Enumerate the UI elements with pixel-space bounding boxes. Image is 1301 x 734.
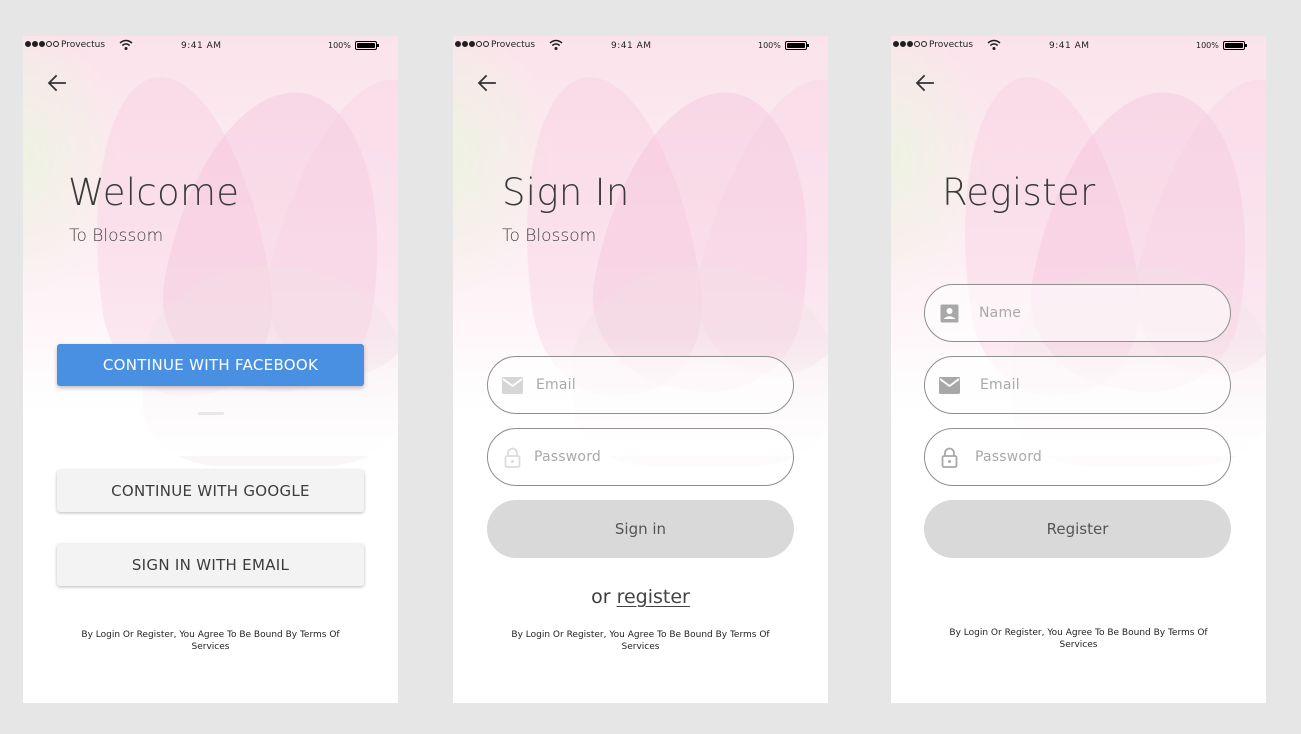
terms-notice: By Login Or Register, You Agree To Be Bo… <box>81 630 340 652</box>
battery-icon <box>785 41 809 50</box>
sign-in-with-email-button[interactable]: SIGN IN WITH EMAIL <box>57 544 364 586</box>
wifi-icon <box>987 39 1001 50</box>
page-subtitle: To Blossom <box>502 226 597 246</box>
password-placeholder: Password <box>534 449 601 465</box>
name-field[interactable]: Name <box>924 284 1231 342</box>
register-screen: Provectus 9:41 AM 100% Register Name Ema… <box>891 36 1266 703</box>
status-bar: Provectus 9:41 AM 100% <box>891 36 1266 56</box>
carrier-name: Provectus <box>491 40 536 50</box>
battery-percentage: 100% <box>1196 41 1219 50</box>
battery-icon <box>355 41 379 50</box>
page-title: Welcome <box>68 171 240 214</box>
register-prompt: or register <box>453 586 828 608</box>
back-arrow-icon[interactable] <box>475 72 499 94</box>
lock-icon <box>941 447 958 468</box>
register-link[interactable]: register <box>617 586 690 608</box>
wifi-icon <box>119 39 133 50</box>
wifi-icon <box>549 39 563 50</box>
email-placeholder: Email <box>980 377 1020 393</box>
mail-icon <box>939 377 960 394</box>
mail-icon <box>502 377 523 394</box>
status-bar: Provectus 9:41 AM 100% <box>453 36 828 56</box>
clock: 9:41 AM <box>181 41 222 51</box>
terms-notice: By Login Or Register, You Agree To Be Bo… <box>511 630 770 652</box>
welcome-screen: Provectus 9:41 AM 100% Welcome To Blosso… <box>23 36 398 703</box>
back-arrow-icon[interactable] <box>913 72 937 94</box>
register-button[interactable]: Register <box>924 500 1231 558</box>
lock-icon <box>504 447 521 468</box>
or-text: or <box>591 586 611 608</box>
clock: 9:41 AM <box>611 41 652 51</box>
continue-with-google-button[interactable]: CONTINUE WITH GOOGLE <box>57 470 364 512</box>
page-title: Sign In <box>502 171 630 214</box>
name-placeholder: Name <box>979 305 1022 321</box>
back-arrow-icon[interactable] <box>45 72 69 94</box>
continue-with-facebook-button[interactable]: CONTINUE WITH FACEBOOK <box>57 344 364 386</box>
carrier-name: Provectus <box>61 40 106 50</box>
email-placeholder: Email <box>536 377 576 393</box>
signal-strength-icon <box>455 41 489 47</box>
sign-in-screen: Provectus 9:41 AM 100% Sign In To Blosso… <box>453 36 828 703</box>
status-bar: Provectus 9:41 AM 100% <box>23 36 398 56</box>
password-field[interactable]: Password <box>487 428 794 486</box>
divider <box>198 412 224 415</box>
battery-percentage: 100% <box>328 41 351 50</box>
page-title: Register <box>942 171 1096 214</box>
battery-percentage: 100% <box>758 41 781 50</box>
password-field[interactable]: Password <box>924 428 1231 486</box>
signal-strength-icon <box>25 41 59 47</box>
signal-strength-icon <box>893 41 927 47</box>
password-placeholder: Password <box>975 449 1042 465</box>
email-field[interactable]: Email <box>924 356 1231 414</box>
email-field[interactable]: Email <box>487 356 794 414</box>
page-subtitle: To Blossom <box>69 226 164 246</box>
sign-in-button[interactable]: Sign in <box>487 500 794 558</box>
battery-icon <box>1223 41 1247 50</box>
carrier-name: Provectus <box>929 40 974 50</box>
clock: 9:41 AM <box>1049 41 1090 51</box>
contact-icon <box>940 304 959 323</box>
terms-notice: By Login Or Register, You Agree To Be Bo… <box>949 628 1208 650</box>
